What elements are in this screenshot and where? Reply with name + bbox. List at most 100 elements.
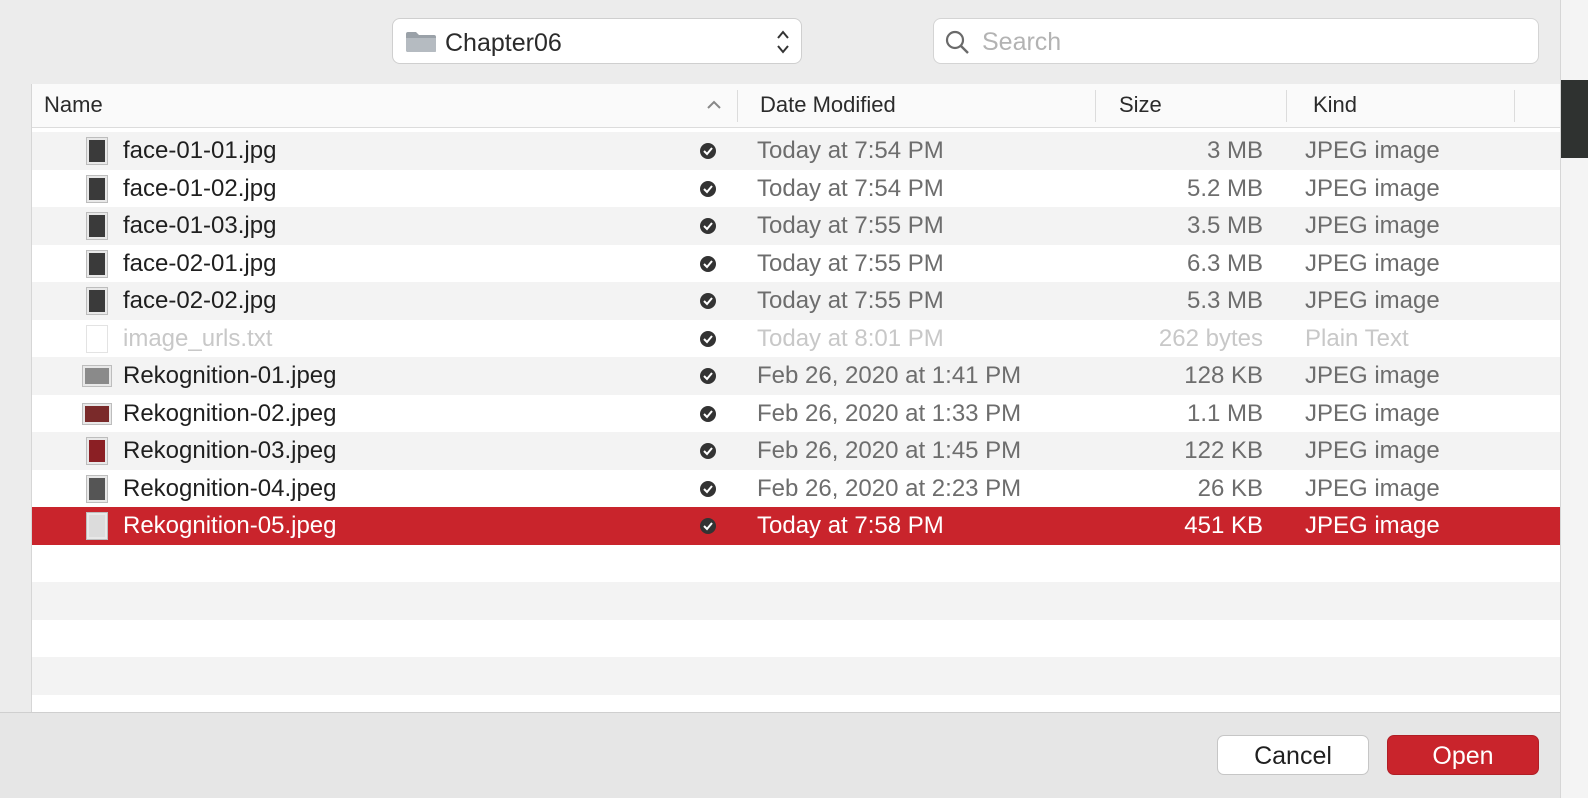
synced-check-icon bbox=[700, 518, 716, 534]
file-name: face-01-03.jpg bbox=[123, 212, 277, 239]
file-name: face-01-02.jpg bbox=[123, 174, 277, 202]
file-size: 5.3 MB bbox=[1186, 287, 1263, 314]
empty-row bbox=[32, 694, 1560, 712]
file-size: 122 KB bbox=[1184, 437, 1263, 464]
file-row[interactable]: Rekognition-04.jpeg Feb 26, 2020 at 2:23… bbox=[32, 469, 1560, 507]
file-row[interactable]: face-02-01.jpg Today at 7:55 PM 6.3 MB J… bbox=[32, 244, 1560, 282]
sidebar bbox=[0, 84, 32, 712]
file-size: 3.5 MB bbox=[1186, 212, 1263, 239]
file-row[interactable]: face-01-01.jpg Today at 7:54 PM 3 MB JPE… bbox=[32, 132, 1560, 170]
column-divider[interactable] bbox=[1286, 90, 1287, 122]
file-row[interactable]: face-01-02.jpg Today at 7:54 PM 5.2 MB J… bbox=[32, 169, 1560, 207]
synced-check-icon bbox=[700, 443, 716, 459]
file-kind: Plain Text bbox=[1305, 324, 1409, 352]
file-kind: JPEG image bbox=[1305, 512, 1440, 539]
image-thumbnail-icon bbox=[86, 287, 108, 315]
file-row[interactable]: face-02-02.jpg Today at 7:55 PM 5.3 MB J… bbox=[32, 282, 1560, 320]
file-name: face-02-01.jpg bbox=[123, 249, 277, 277]
column-header-name[interactable]: Name bbox=[44, 84, 103, 128]
file-name: Rekognition-01.jpeg bbox=[123, 362, 337, 389]
chevron-up-down-icon bbox=[777, 30, 789, 54]
empty-row bbox=[32, 657, 1560, 695]
file-kind: JPEG image bbox=[1305, 137, 1440, 164]
image-thumbnail-icon bbox=[82, 402, 112, 425]
file-kind: JPEG image bbox=[1305, 437, 1440, 464]
file-list: Name Date Modified Size Kind face-01-01.… bbox=[32, 84, 1560, 712]
image-thumbnail-icon bbox=[86, 249, 108, 278]
file-size: 451 KB bbox=[1184, 512, 1263, 539]
file-name: face-01-01.jpg bbox=[123, 137, 277, 164]
file-name: Rekognition-04.jpeg bbox=[123, 474, 337, 502]
folder-popup-button[interactable]: Chapter06 bbox=[392, 18, 802, 64]
file-date: Today at 7:55 PM bbox=[757, 212, 944, 239]
file-date: Feb 26, 2020 at 1:33 PM bbox=[757, 399, 1022, 427]
image-thumbnail-icon bbox=[86, 174, 108, 203]
file-row[interactable]: face-01-03.jpg Today at 7:55 PM 3.5 MB J… bbox=[32, 207, 1560, 245]
column-divider[interactable] bbox=[1514, 90, 1515, 122]
file-size: 128 KB bbox=[1184, 362, 1263, 389]
sort-ascending-icon[interactable] bbox=[705, 96, 723, 114]
synced-check-icon bbox=[700, 368, 716, 384]
file-row[interactable]: Rekognition-02.jpeg Feb 26, 2020 at 1:33… bbox=[32, 394, 1560, 432]
file-row[interactable]: Rekognition-03.jpeg Feb 26, 2020 at 1:45… bbox=[32, 432, 1560, 470]
image-thumbnail-icon bbox=[86, 512, 108, 540]
file-date: Feb 26, 2020 at 1:45 PM bbox=[757, 437, 1022, 464]
background-window-edge bbox=[1560, 0, 1588, 798]
column-divider[interactable] bbox=[737, 90, 738, 122]
synced-check-icon bbox=[700, 480, 716, 497]
image-thumbnail-icon bbox=[86, 212, 108, 240]
image-thumbnail-icon bbox=[86, 137, 108, 165]
file-size: 26 KB bbox=[1197, 474, 1263, 502]
file-row-disabled: image_urls.txt Today at 8:01 PM 262 byte… bbox=[32, 319, 1560, 357]
file-size: 6.3 MB bbox=[1186, 249, 1263, 277]
file-kind: JPEG image bbox=[1305, 212, 1440, 239]
synced-check-icon bbox=[700, 405, 716, 422]
file-name: Rekognition-02.jpeg bbox=[123, 399, 337, 427]
synced-check-icon bbox=[700, 330, 716, 347]
file-kind: JPEG image bbox=[1305, 287, 1440, 314]
image-thumbnail-icon bbox=[82, 365, 112, 387]
cancel-button[interactable]: Cancel bbox=[1217, 735, 1369, 775]
open-button[interactable]: Open bbox=[1387, 735, 1539, 775]
image-thumbnail-icon bbox=[86, 437, 108, 465]
file-kind: JPEG image bbox=[1305, 399, 1440, 427]
empty-row bbox=[32, 619, 1560, 657]
file-name: image_urls.txt bbox=[123, 324, 273, 352]
file-size: 262 bytes bbox=[1158, 324, 1263, 352]
background-window-panel bbox=[1561, 80, 1588, 158]
file-date: Today at 8:01 PM bbox=[757, 324, 944, 352]
column-header-size[interactable]: Size bbox=[1119, 84, 1162, 128]
file-kind: JPEG image bbox=[1305, 362, 1440, 389]
file-kind: JPEG image bbox=[1305, 474, 1440, 502]
list-header: Name Date Modified Size Kind bbox=[32, 84, 1560, 128]
file-date: Today at 7:58 PM bbox=[757, 512, 944, 539]
folder-name: Chapter06 bbox=[445, 29, 562, 57]
file-name: Rekognition-03.jpeg bbox=[123, 437, 337, 464]
search-input[interactable] bbox=[980, 25, 1524, 59]
file-date: Feb 26, 2020 at 2:23 PM bbox=[757, 474, 1022, 502]
empty-row bbox=[32, 544, 1560, 582]
search-field[interactable] bbox=[933, 18, 1539, 64]
dialog-footer: Cancel Open bbox=[0, 712, 1560, 798]
file-date: Today at 7:55 PM bbox=[757, 287, 944, 314]
file-date: Today at 7:54 PM bbox=[757, 137, 944, 164]
image-thumbnail-icon bbox=[86, 474, 108, 503]
file-kind: JPEG image bbox=[1305, 174, 1440, 202]
synced-check-icon bbox=[700, 143, 716, 159]
file-name: Rekognition-05.jpeg bbox=[123, 512, 337, 539]
search-icon bbox=[945, 30, 969, 54]
folder-icon bbox=[406, 32, 436, 52]
synced-check-icon bbox=[700, 218, 716, 234]
file-size: 3 MB bbox=[1206, 137, 1263, 164]
file-date: Feb 26, 2020 at 1:41 PM bbox=[757, 362, 1022, 389]
column-header-kind[interactable]: Kind bbox=[1313, 84, 1357, 128]
file-row[interactable]: Rekognition-01.jpeg Feb 26, 2020 at 1:41… bbox=[32, 357, 1560, 395]
file-date: Today at 7:54 PM bbox=[757, 174, 944, 202]
column-header-date[interactable]: Date Modified bbox=[760, 84, 896, 128]
column-divider[interactable] bbox=[1095, 90, 1096, 122]
file-row-selected[interactable]: Rekognition-05.jpeg Today at 7:58 PM 451… bbox=[32, 507, 1560, 545]
synced-check-icon bbox=[700, 180, 716, 197]
empty-row bbox=[32, 582, 1560, 620]
file-date: Today at 7:55 PM bbox=[757, 249, 944, 277]
file-kind: JPEG image bbox=[1305, 249, 1440, 277]
